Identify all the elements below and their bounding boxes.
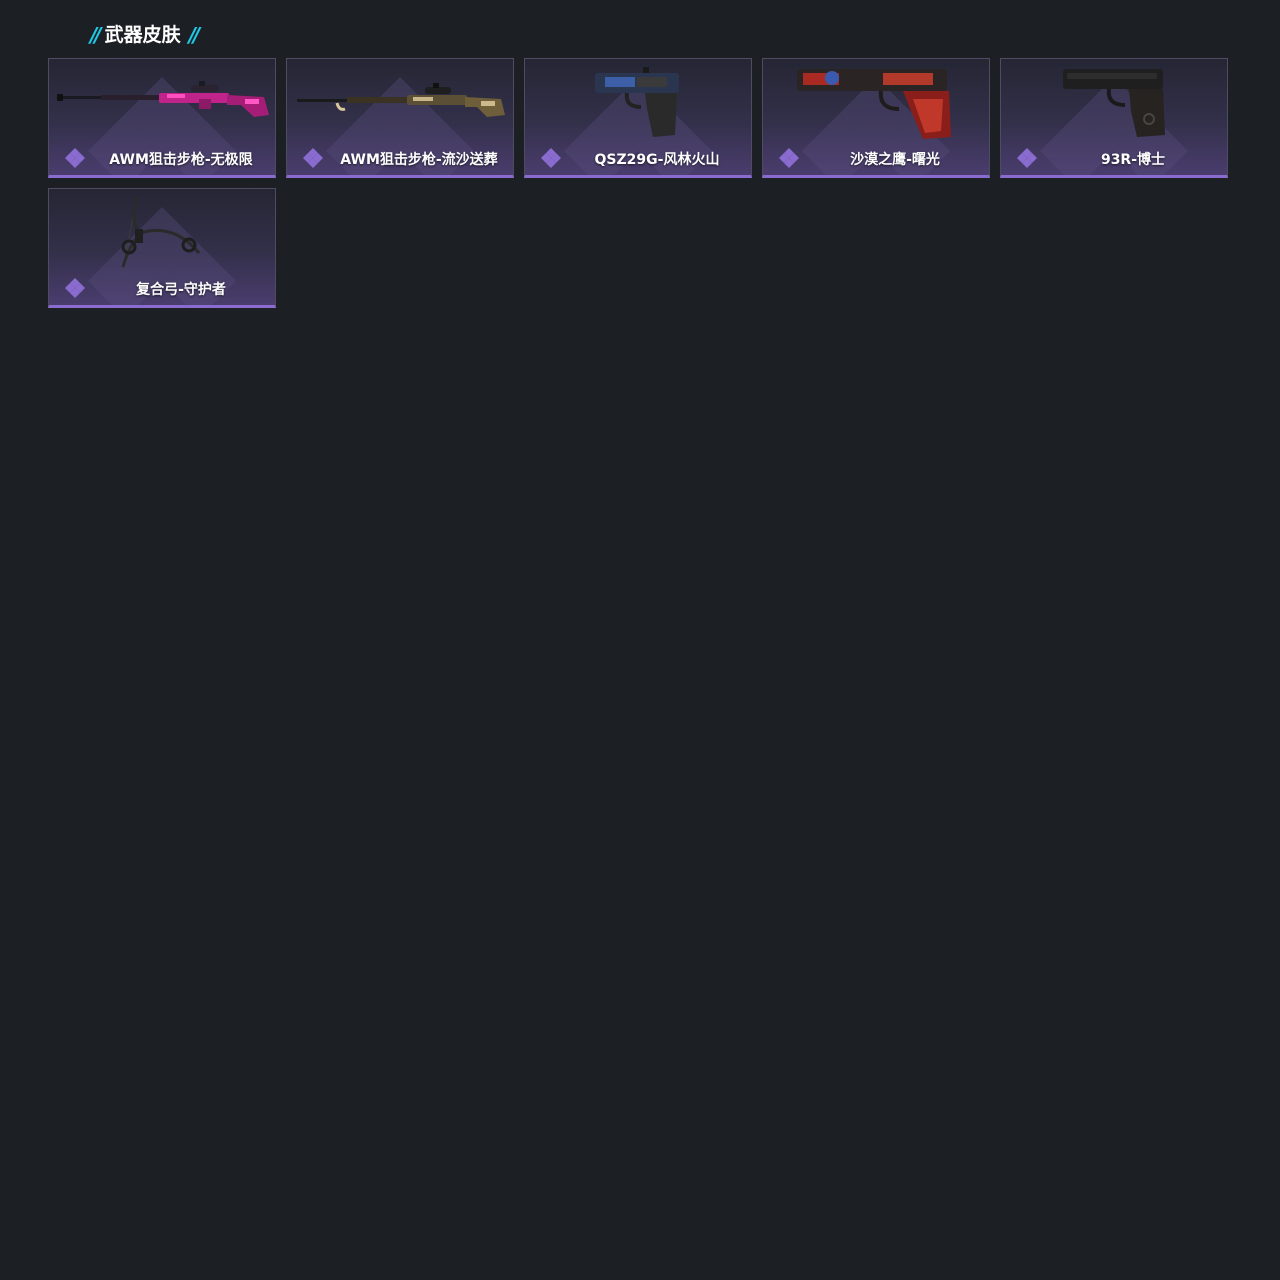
skin-card[interactable]: 93R-博士 bbox=[1000, 58, 1228, 178]
rarity-diamond-icon bbox=[65, 148, 85, 168]
skin-name: AWM狙击步枪-流沙送葬 bbox=[340, 152, 498, 168]
section-header: // 武器皮肤 // bbox=[90, 22, 200, 48]
skin-name: 93R-博士 bbox=[1100, 152, 1166, 168]
skin-card[interactable]: AWM狙击步枪-流沙送葬 bbox=[286, 58, 514, 178]
skin-name: 复合弓-守护者 bbox=[136, 282, 226, 298]
rarity-diamond-icon bbox=[1017, 148, 1037, 168]
section-title: 武器皮肤 bbox=[104, 24, 181, 46]
rarity-diamond-icon bbox=[541, 148, 561, 168]
left-slashes-icon: // bbox=[90, 23, 101, 47]
rarity-diamond-icon bbox=[303, 148, 323, 168]
skin-card[interactable]: AWM狙击步枪-无极限 bbox=[48, 58, 276, 178]
rarity-diamond-icon bbox=[65, 278, 85, 298]
skin-name: QSZ29G-风林火山 bbox=[594, 152, 720, 168]
rarity-diamond-icon bbox=[779, 148, 799, 168]
skin-card[interactable]: 沙漠之鹰-曙光 bbox=[762, 58, 990, 178]
skin-name: AWM狙击步枪-无极限 bbox=[109, 152, 253, 168]
skin-card[interactable]: QSZ29G-风林火山 bbox=[524, 58, 752, 178]
skin-grid: AWM狙击步枪-无极限 AWM狙击步枪-流沙送葬 QSZ29G-风林火山 沙漠之… bbox=[48, 58, 1232, 308]
skin-card[interactable]: 复合弓-守护者 bbox=[48, 188, 276, 308]
skin-name: 沙漠之鹰-曙光 bbox=[850, 152, 940, 168]
right-slashes-icon: // bbox=[188, 23, 200, 47]
